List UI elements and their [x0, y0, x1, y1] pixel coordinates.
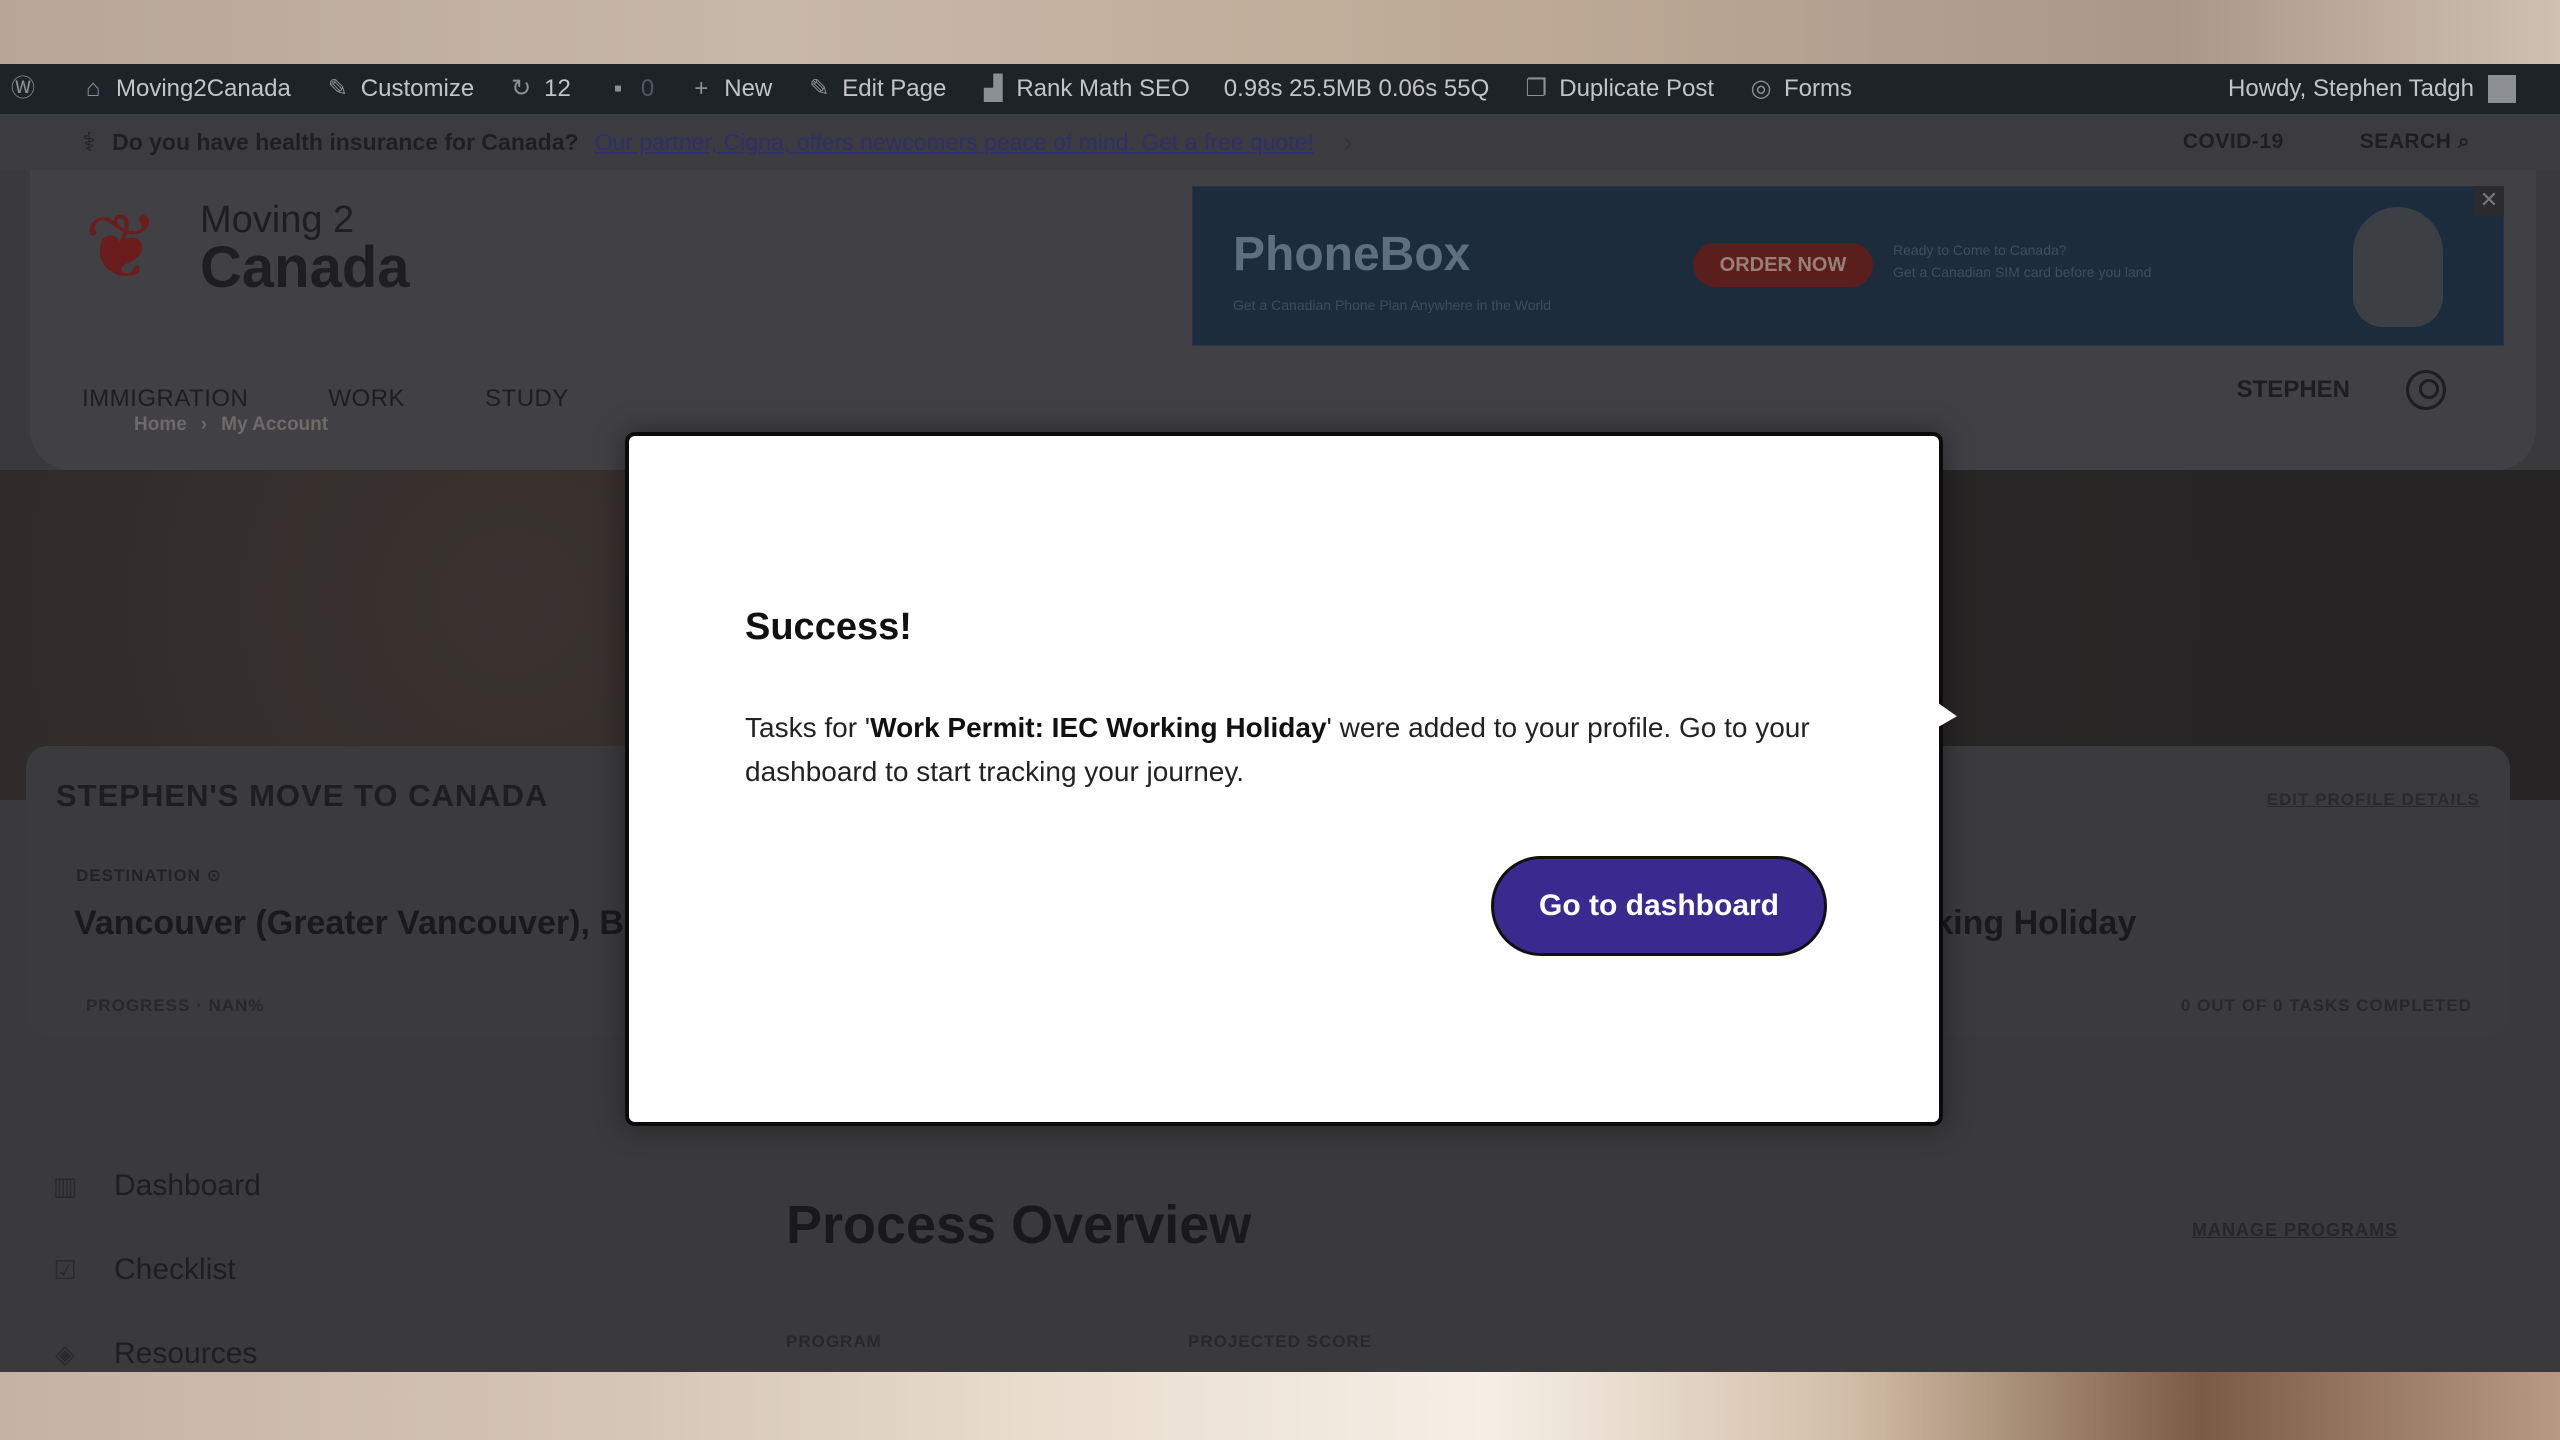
browser-screen: Ⓦ ⌂ Moving2Canada ✎ Customize ↻ 12 ▪ 0 + New … — [0, 64, 2560, 1372]
sidebar-item-dashboard[interactable]: ▥ Dashboard — [50, 1144, 261, 1228]
forms-link[interactable]: ◎ Forms — [1748, 75, 1852, 103]
chart-icon: ▥ — [52, 1171, 78, 1201]
updates-icon: ↻ — [511, 75, 532, 102]
account-sidebar: ▥ Dashboard ☑ Checklist ◈ Resources — [50, 1144, 261, 1372]
column-header-projected-score: PROJECTED SCORE — [1188, 1332, 1373, 1351]
user-icon[interactable] — [2406, 370, 2446, 410]
duplicate-post-link[interactable]: ❐ Duplicate Post — [1523, 75, 1714, 103]
wp-admin-bar: Ⓦ ⌂ Moving2Canada ✎ Customize ↻ 12 ▪ 0 + New … — [0, 64, 2560, 114]
maple-leaf-icon: ❦ — [84, 198, 160, 298]
search-icon: ⌕ — [2457, 130, 2470, 153]
logo-line1: Moving 2 — [200, 199, 355, 241]
user-menu-link[interactable]: STEPHEN — [2237, 376, 2350, 404]
checkbox-icon: ☑ — [53, 1255, 77, 1285]
new-content-link[interactable]: + New — [688, 75, 772, 103]
plus-icon: + — [694, 75, 709, 102]
user-nav: STEPHEN — [2237, 370, 2446, 410]
resources-icon: ◈ — [55, 1339, 75, 1369]
stethoscope-icon: ⚕ — [82, 126, 97, 157]
tasks-completed: 0 OUT OF 0 TASKS COMPLETED — [2180, 996, 2472, 1015]
chevron-right-icon[interactable]: › — [1344, 127, 1353, 158]
location-pin-icon: ⊙ — [206, 866, 222, 885]
comments-link[interactable]: ▪ 0 — [605, 75, 655, 103]
forms-icon: ◎ — [1750, 75, 1772, 102]
announcement-question: Do you have health insurance for Canada? — [112, 128, 579, 155]
ad-order-button[interactable]: ORDER NOW — [1693, 243, 1873, 287]
destination-value: Vancouver (Greater Vancouver), B — [74, 904, 624, 942]
edit-page-link[interactable]: ✎ Edit Page — [806, 75, 946, 103]
duplicate-icon: ❐ — [1525, 75, 1547, 102]
ad-close-icon[interactable]: ✕ — [2474, 186, 2504, 216]
wordpress-logo[interactable]: Ⓦ — [10, 76, 46, 102]
modal-message: Tasks for 'Work Permit: IEC Working Holi… — [745, 712, 1810, 787]
nav-item-study[interactable]: STUDY — [485, 385, 569, 413]
rank-math-icon: ▟ — [984, 75, 1003, 102]
announcement-bar: ⚕ Do you have health insurance for Canad… — [0, 114, 2560, 170]
profile-title: STEPHEN'S MOVE TO CANADA — [56, 778, 549, 813]
background-photo-top — [0, 0, 2560, 64]
ad-text: Ready to Come to Canada? Get a Canadian … — [1893, 242, 2152, 280]
nav-item-immigration[interactable]: IMMIGRATION — [82, 385, 248, 413]
ad-subtitle: Get a Canadian Phone Plan Anywhere in th… — [1233, 297, 1552, 313]
breadcrumb-separator-icon: › — [200, 414, 208, 435]
logo-line2: Canada — [200, 235, 410, 300]
progress-label: PROGRESS · NAN% — [86, 996, 265, 1015]
process-overview-title: Process Overview — [786, 1195, 1252, 1255]
modal-program-name: Work Permit: IEC Working Holiday — [870, 712, 1327, 743]
sidebar-item-checklist[interactable]: ☑ Checklist — [50, 1228, 261, 1312]
phonebox-ad-banner[interactable]: PhoneBox Get a Canadian Phone Plan Anywh… — [1192, 186, 2504, 346]
announcement-link[interactable]: Our partner, Cigna, offers newcomers pea… — [595, 129, 1314, 156]
site-logo[interactable]: ❦ Moving 2 Canada — [84, 198, 410, 300]
comment-icon: ▪ — [613, 75, 623, 102]
background-photo-bottom — [0, 1372, 2560, 1440]
search-link[interactable]: SEARCH ⌕ — [2360, 130, 2470, 154]
ad-mascot-image — [2353, 207, 2443, 327]
ad-brand: PhoneBox — [1233, 228, 1471, 281]
brush-icon: ✎ — [327, 75, 348, 102]
site-name-link[interactable]: ⌂ Moving2Canada — [80, 75, 291, 103]
query-monitor-stats[interactable]: 0.98s 25.5MB 0.06s 55Q — [1224, 75, 1490, 103]
edit-profile-link[interactable]: EDIT PROFILE DETAILS — [2267, 790, 2480, 810]
account-menu[interactable]: Howdy, Stephen Tadgh — [2228, 64, 2516, 114]
wordpress-icon: Ⓦ — [11, 75, 35, 102]
manage-programs-link[interactable]: MANAGE PROGRAMS — [2192, 1220, 2398, 1241]
pencil-icon: ✎ — [809, 75, 830, 102]
rank-math-link[interactable]: ▟ Rank Math SEO — [980, 75, 1190, 103]
modal-title: Success! — [745, 606, 912, 648]
program-value: rking Holiday — [1921, 904, 2137, 942]
destination-label: DESTINATION ⊙ — [76, 866, 222, 885]
updates-link[interactable]: ↻ 12 — [508, 75, 571, 103]
sidebar-item-resources[interactable]: ◈ Resources — [50, 1312, 261, 1372]
breadcrumb: Home › My Account — [134, 414, 328, 436]
customize-link[interactable]: ✎ Customize — [325, 75, 474, 103]
main-nav: IMMIGRATION WORK STUDY — [82, 385, 569, 413]
dashboard-icon: ⌂ — [85, 75, 101, 102]
success-modal: Success! Tasks for 'Work Permit: IEC Wor… — [625, 432, 1943, 1126]
avatar — [2488, 75, 2516, 103]
covid-link[interactable]: COVID-19 — [2183, 130, 2284, 154]
go-to-dashboard-button[interactable]: Go to dashboard — [1491, 856, 1827, 956]
site-header: ❦ Moving 2 Canada PhoneBox Get a Canadia… — [30, 170, 2536, 470]
breadcrumb-home[interactable]: Home — [134, 414, 187, 436]
breadcrumb-current: My Account — [221, 414, 329, 435]
column-header-program: PROGRAM — [786, 1332, 882, 1351]
nav-item-work[interactable]: WORK — [328, 385, 405, 413]
